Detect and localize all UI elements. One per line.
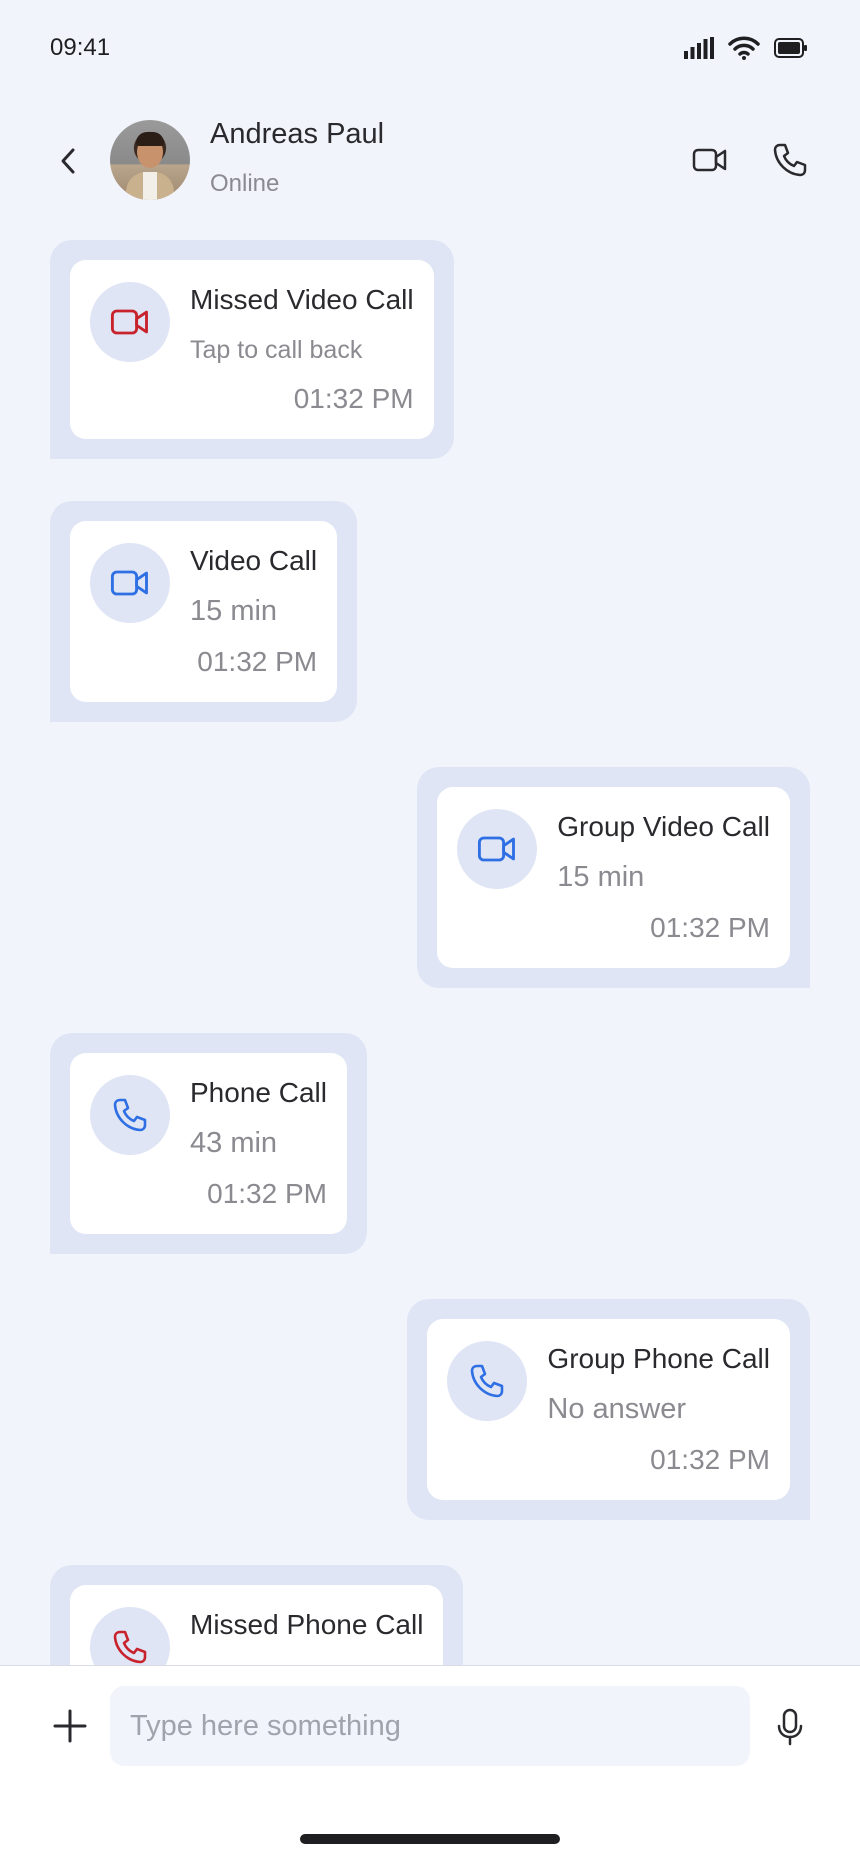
call-bubble-phone[interactable]: Phone Call 43 min 01:32 PM (50, 1033, 367, 1254)
phone-icon (113, 1098, 147, 1132)
call-title: Video Call (190, 545, 318, 576)
contact-name: Andreas Paul (210, 118, 385, 150)
call-subtitle: Tap to call back (190, 336, 363, 364)
call-title: Missed Phone Call (190, 1609, 424, 1640)
phone-icon (471, 1364, 504, 1398)
phone-call-icon[interactable] (770, 140, 810, 180)
video-icon (478, 836, 516, 862)
call-bubble-missed-phone[interactable]: Missed Phone Call (50, 1565, 464, 1665)
call-subtitle: 15 min (190, 595, 278, 627)
plus-icon[interactable] (52, 1708, 88, 1744)
call-time: 01:32 PM (197, 646, 318, 677)
avatar[interactable] (110, 120, 190, 200)
call-title: Group Phone Call (547, 1343, 770, 1374)
contact-status: Online (210, 170, 280, 197)
message-input[interactable] (110, 1686, 750, 1766)
call-time: 01:32 PM (650, 912, 770, 943)
video-icon (110, 309, 148, 335)
call-title: Missed Video Call (190, 284, 414, 315)
call-card[interactable]: Video Call 15 min 01:32 PM (70, 521, 338, 702)
home-indicator (300, 1834, 560, 1844)
composer-bar (0, 1665, 860, 1864)
call-subtitle: 43 min (190, 1127, 278, 1159)
phone-icon (113, 1630, 147, 1664)
call-icon-circle (447, 1341, 528, 1421)
call-icon-circle (90, 1075, 170, 1155)
call-title: Group Video Call (557, 811, 770, 842)
call-subtitle: 15 min (557, 861, 645, 893)
call-card[interactable]: Group Video Call 15 min 01:32 PM (437, 787, 790, 968)
call-time: 01:32 PM (293, 383, 414, 414)
back-arrow-icon[interactable] (52, 144, 86, 178)
call-card[interactable]: Missed Phone Call (70, 1585, 444, 1665)
call-card[interactable]: Phone Call 43 min 01:32 PM (70, 1053, 347, 1234)
chat-header: Andreas Paul Online (0, 110, 860, 210)
call-icon-circle (90, 543, 170, 623)
call-bubble-video[interactable]: Video Call 15 min 01:32 PM (50, 501, 358, 722)
call-card[interactable]: Missed Video Call Tap to call back 01:32… (70, 260, 434, 439)
video-icon (110, 570, 148, 596)
call-bubble-missed-video[interactable]: Missed Video Call Tap to call back 01:32… (50, 240, 454, 459)
call-time: 01:32 PM (650, 1444, 770, 1475)
call-time: 01:32 PM (207, 1178, 327, 1209)
call-bubble-group-phone[interactable]: Group Phone Call No answer 01:32 PM (407, 1299, 810, 1520)
video-call-icon[interactable] (690, 140, 730, 180)
chat-area[interactable]: Andreas Paul Online Missed Video Call Ta… (0, 0, 860, 1665)
call-title: Phone Call (190, 1077, 327, 1108)
call-icon-circle (90, 1607, 170, 1665)
microphone-icon[interactable] (776, 1708, 804, 1746)
call-icon-circle (90, 282, 170, 362)
call-icon-circle (457, 809, 538, 889)
call-subtitle: No answer (547, 1393, 687, 1425)
call-card[interactable]: Group Phone Call No answer 01:32 PM (427, 1319, 790, 1500)
call-bubble-group-video[interactable]: Group Video Call 15 min 01:32 PM (417, 767, 810, 988)
